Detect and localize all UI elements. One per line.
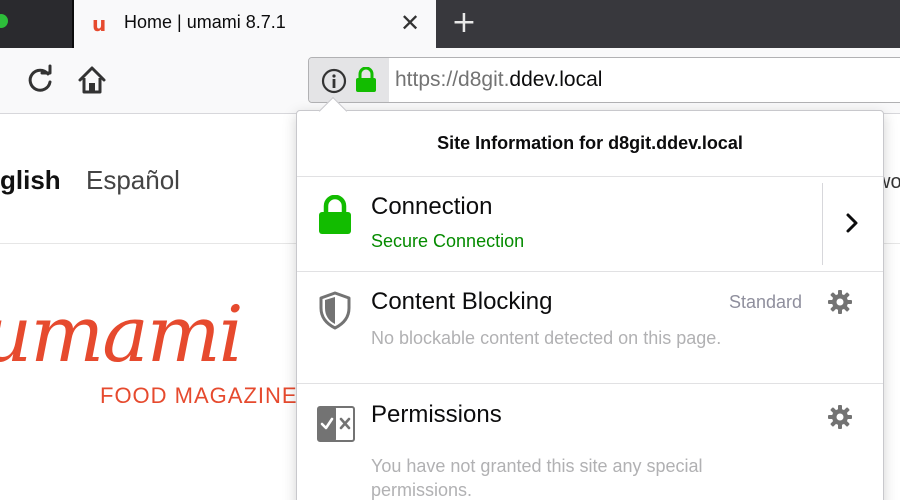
gear-icon[interactable] [827, 404, 853, 430]
gear-icon[interactable] [827, 289, 853, 315]
content-blocking-heading: Content Blocking [371, 288, 553, 315]
permissions-description-line2: permissions. [371, 480, 473, 500]
shield-icon [319, 291, 351, 330]
tab-strip-empty [436, 0, 900, 48]
language-link-espanol[interactable]: Español [86, 165, 180, 196]
permissions-description-line1: You have not granted this site any speci… [371, 456, 703, 476]
content-blocking-mode: Standard [729, 292, 803, 312]
permissions-icon [317, 406, 355, 442]
url-bar[interactable]: https://d8git.ddev.local [308, 57, 900, 103]
site-identity-button[interactable] [309, 58, 389, 102]
permissions-section: Permissions You have not granted this si… [297, 384, 883, 500]
tab-previous-fragment[interactable] [0, 0, 72, 48]
site-information-panel: Site Information for d8git.ddev.local Co… [296, 110, 884, 500]
lock-icon [356, 67, 376, 92]
home-icon[interactable] [76, 64, 108, 96]
chevron-right-icon[interactable] [837, 205, 867, 241]
content-blocking-description: No blockable content detected on this pa… [371, 328, 722, 348]
panel-header: Site Information for d8git.ddev.local [297, 111, 883, 177]
url-text[interactable]: https://d8git.ddev.local [395, 68, 602, 92]
navigation-toolbar: https://d8git.ddev.local [0, 48, 900, 114]
logo-tagline: FOOD MAGAZINE [100, 383, 298, 408]
language-link-english[interactable]: glish [0, 165, 61, 196]
connection-heading: Connection [371, 193, 493, 220]
umami-logo[interactable]: umami [0, 290, 244, 380]
info-icon [321, 68, 347, 94]
connection-divider [822, 183, 823, 265]
url-domain: ddev.local [509, 68, 603, 91]
window-zoom-dot-icon[interactable] [0, 14, 8, 28]
tab-title[interactable]: Home | umami 8.7.1 [124, 12, 286, 33]
tab-close-icon[interactable]: ✕ [397, 8, 423, 38]
connection-section[interactable]: Connection Secure Connection [297, 177, 883, 272]
content-blocking-section: Content Blocking Standard No blockable c… [297, 272, 883, 384]
new-tab-button[interactable]: + [448, 4, 480, 42]
url-prefix: https://d8git. [395, 68, 510, 91]
connection-status: Secure Connection [371, 231, 525, 251]
lock-icon [319, 195, 351, 234]
tab-bar: u Home | umami 8.7.1 ✕ + [0, 0, 900, 48]
umami-favicon-icon: u [92, 12, 107, 36]
reload-icon[interactable] [24, 64, 56, 96]
permissions-heading: Permissions [371, 401, 502, 428]
panel-title: Site Information for d8git.ddev.local [437, 133, 743, 153]
